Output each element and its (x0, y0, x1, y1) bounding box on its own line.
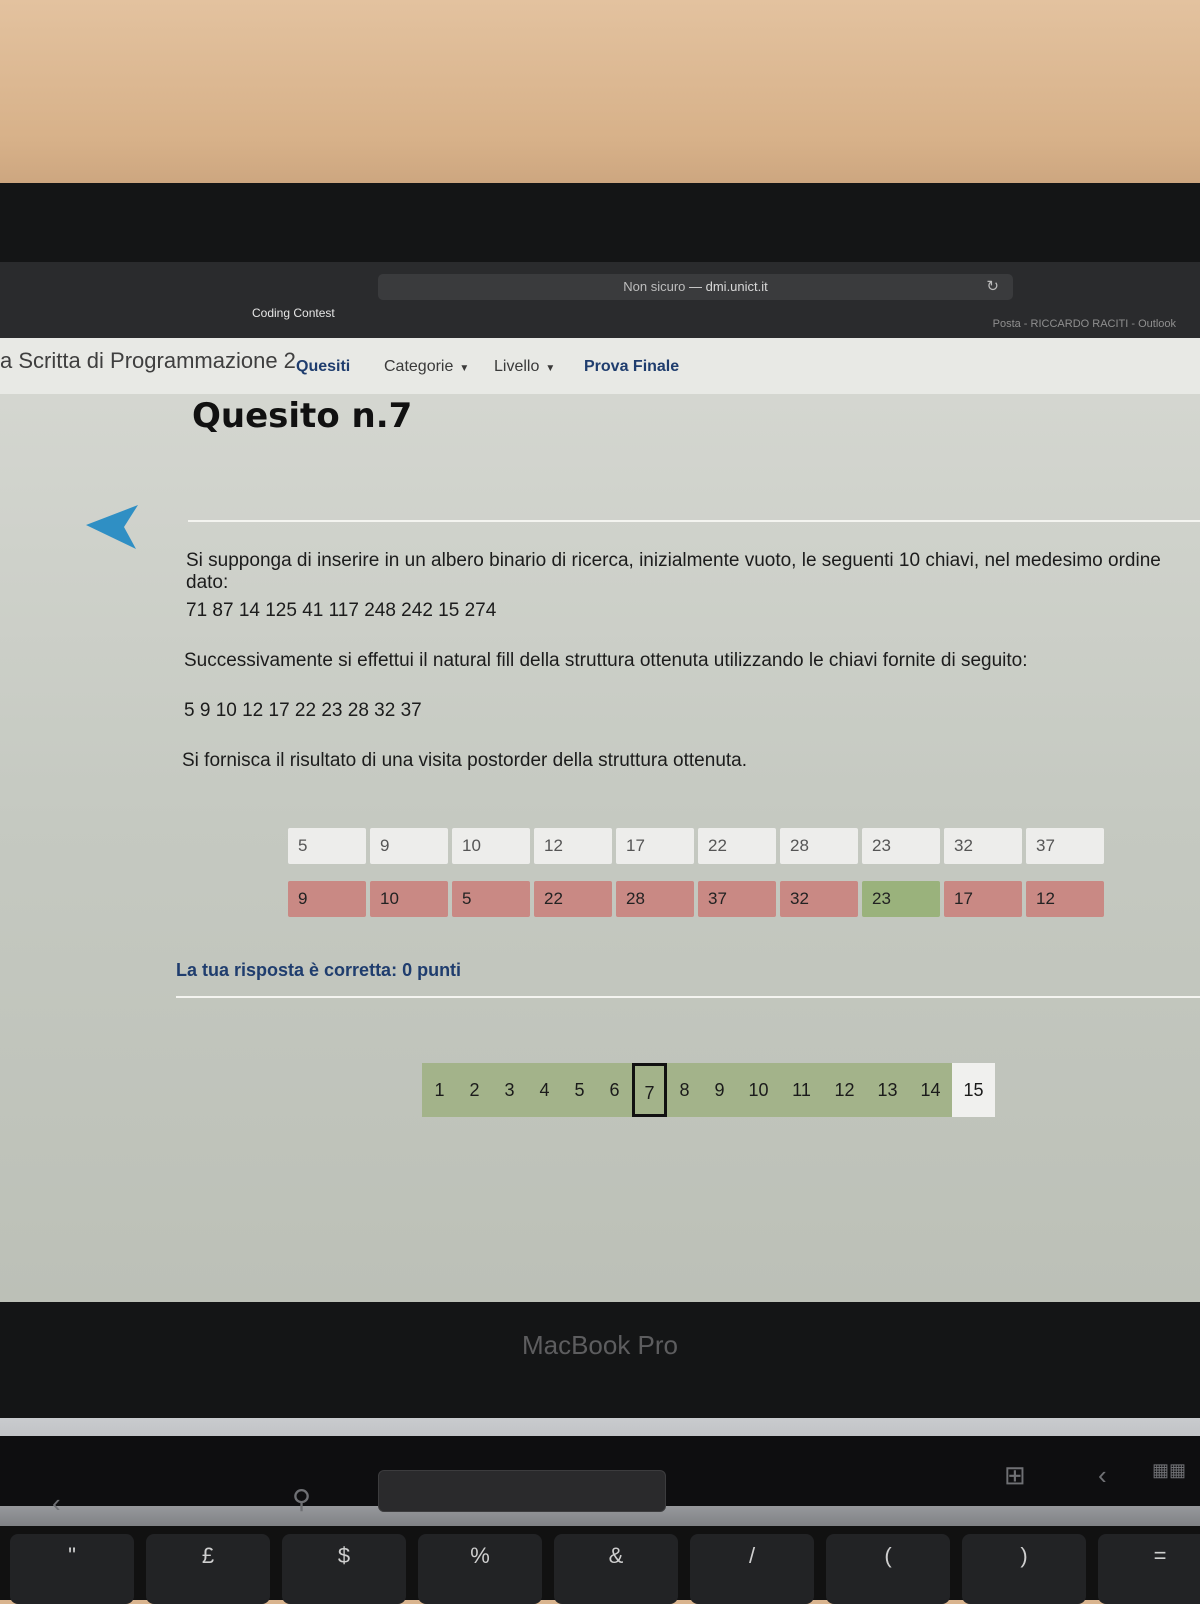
laptop-screen: Non sicuro — dmi.unict.it ↻ Coding Conte… (0, 262, 1200, 1302)
web-page: a Scritta di Programmazione 2 Quesiti Ca… (0, 338, 1200, 1302)
answer-cell[interactable]: 22 (698, 828, 776, 864)
keyboard-key[interactable]: % (418, 1534, 542, 1604)
solution-cell: 28 (616, 881, 694, 917)
answer-cell[interactable]: 28 (780, 828, 858, 864)
page-link[interactable]: 6 (597, 1063, 632, 1117)
page-link[interactable]: 8 (667, 1063, 702, 1117)
nav-livello-label: Livello (494, 358, 540, 375)
solution-cell: 12 (1026, 881, 1104, 917)
question-text-3: Si fornisca il risultato di una visita p… (182, 750, 748, 771)
solution-cell: 17 (944, 881, 1022, 917)
divider-top (188, 520, 1200, 522)
nav-categorie[interactable]: Categorie ▼ (384, 358, 469, 376)
page-link[interactable]: 5 (562, 1063, 597, 1117)
page-link[interactable]: 11 (780, 1063, 823, 1117)
page-link[interactable]: 13 (866, 1063, 909, 1117)
background-wall (0, 0, 1200, 200)
back-icon[interactable]: ‹ (1098, 1460, 1107, 1491)
keyboard-key[interactable]: £ (146, 1534, 270, 1604)
question-keys-1: 71 87 14 125 41 117 248 242 15 274 (186, 600, 497, 621)
question-keys-2: 5 9 10 12 17 22 23 28 32 37 (184, 700, 422, 721)
page-link[interactable]: 2 (457, 1063, 492, 1117)
question-pager: 1 2 3 4 5 6 7 8 9 10 11 12 13 14 15 (422, 1063, 995, 1119)
nav-categorie-label: Categorie (384, 358, 454, 375)
answer-cell[interactable]: 10 (452, 828, 530, 864)
solution-cell: 10 (370, 881, 448, 917)
touchbar-address-button[interactable] (378, 1470, 666, 1512)
solution-cell: 5 (452, 881, 530, 917)
page-link[interactable]: 4 (527, 1063, 562, 1117)
answer-cell[interactable]: 32 (944, 828, 1022, 864)
tabs-grid-icon[interactable]: ▦▦ (1152, 1460, 1186, 1481)
solution-cell: 22 (534, 881, 612, 917)
question-title: Quesito n.7 (192, 396, 413, 436)
question-text-2: Successivamente si effettui il natural f… (184, 650, 1028, 671)
tab-coding-contest[interactable]: Coding Contest (252, 306, 335, 320)
answer-cell[interactable]: 17 (616, 828, 694, 864)
browser-toolbar: Non sicuro — dmi.unict.it ↻ Coding Conte… (0, 262, 1200, 338)
caret-down-icon: ▼ (545, 363, 556, 374)
answer-cell[interactable]: 5 (288, 828, 366, 864)
page-link[interactable]: 1 (422, 1063, 457, 1117)
nav-quesiti[interactable]: Quesiti (296, 358, 350, 376)
tab-outlook[interactable]: Posta - RICCARDO RACITI - Outlook (993, 318, 1176, 330)
keyboard-key[interactable]: $ (282, 1534, 406, 1604)
page-link[interactable]: 9 (702, 1063, 737, 1117)
page-link[interactable]: 3 (492, 1063, 527, 1117)
answer-cell[interactable]: 9 (370, 828, 448, 864)
page-link[interactable]: 15 (952, 1063, 995, 1117)
new-tab-icon[interactable]: ⊞ (1004, 1460, 1026, 1491)
chevron-left-icon[interactable]: ‹ (52, 1488, 61, 1519)
address-bar[interactable]: Non sicuro — dmi.unict.it ↻ (378, 274, 1013, 300)
answer-cell[interactable]: 37 (1026, 828, 1104, 864)
keyboard-key[interactable]: = (1098, 1534, 1200, 1604)
url-security: Non sicuro (623, 279, 686, 294)
url-separator: — (689, 279, 702, 294)
laptop-label: MacBook Pro (521, 1330, 679, 1360)
result-feedback: La tua risposta è corretta: 0 punti (176, 960, 462, 980)
nav-prova-finale[interactable]: Prova Finale (584, 358, 679, 376)
site-navbar: a Scritta di Programmazione 2 Quesiti Ca… (0, 338, 1200, 394)
keyboard-key[interactable]: ( (826, 1534, 950, 1604)
caret-down-icon: ▼ (459, 363, 470, 374)
keyboard-key[interactable]: & (554, 1534, 678, 1604)
answer-cell[interactable]: 23 (862, 828, 940, 864)
reload-icon[interactable]: ↻ (986, 274, 999, 300)
solution-cell: 37 (698, 881, 776, 917)
page-link[interactable]: 12 (823, 1063, 866, 1117)
divider-bottom (176, 996, 1200, 998)
page-link[interactable]: 7 (632, 1063, 667, 1117)
solution-cell: 9 (288, 881, 366, 917)
answer-cell[interactable]: 12 (534, 828, 612, 864)
search-icon[interactable]: ⚲ (292, 1484, 311, 1515)
solution-cell: 32 (780, 881, 858, 917)
url-domain: dmi.unict.it (705, 279, 768, 294)
back-arrow-icon[interactable] (84, 503, 140, 551)
nav-livello[interactable]: Livello ▼ (494, 358, 555, 376)
keyboard-key[interactable]: ) (962, 1534, 1086, 1604)
keyboard-key[interactable]: / (690, 1534, 814, 1604)
keyboard-key[interactable]: " (10, 1534, 134, 1604)
page-link[interactable]: 10 (737, 1063, 780, 1117)
question-text-1: Si supponga di inserire in un albero bin… (186, 550, 1161, 593)
site-brand[interactable]: a Scritta di Programmazione 2 (0, 348, 296, 374)
page-link[interactable]: 14 (909, 1063, 952, 1117)
solution-cell: 23 (862, 881, 940, 917)
